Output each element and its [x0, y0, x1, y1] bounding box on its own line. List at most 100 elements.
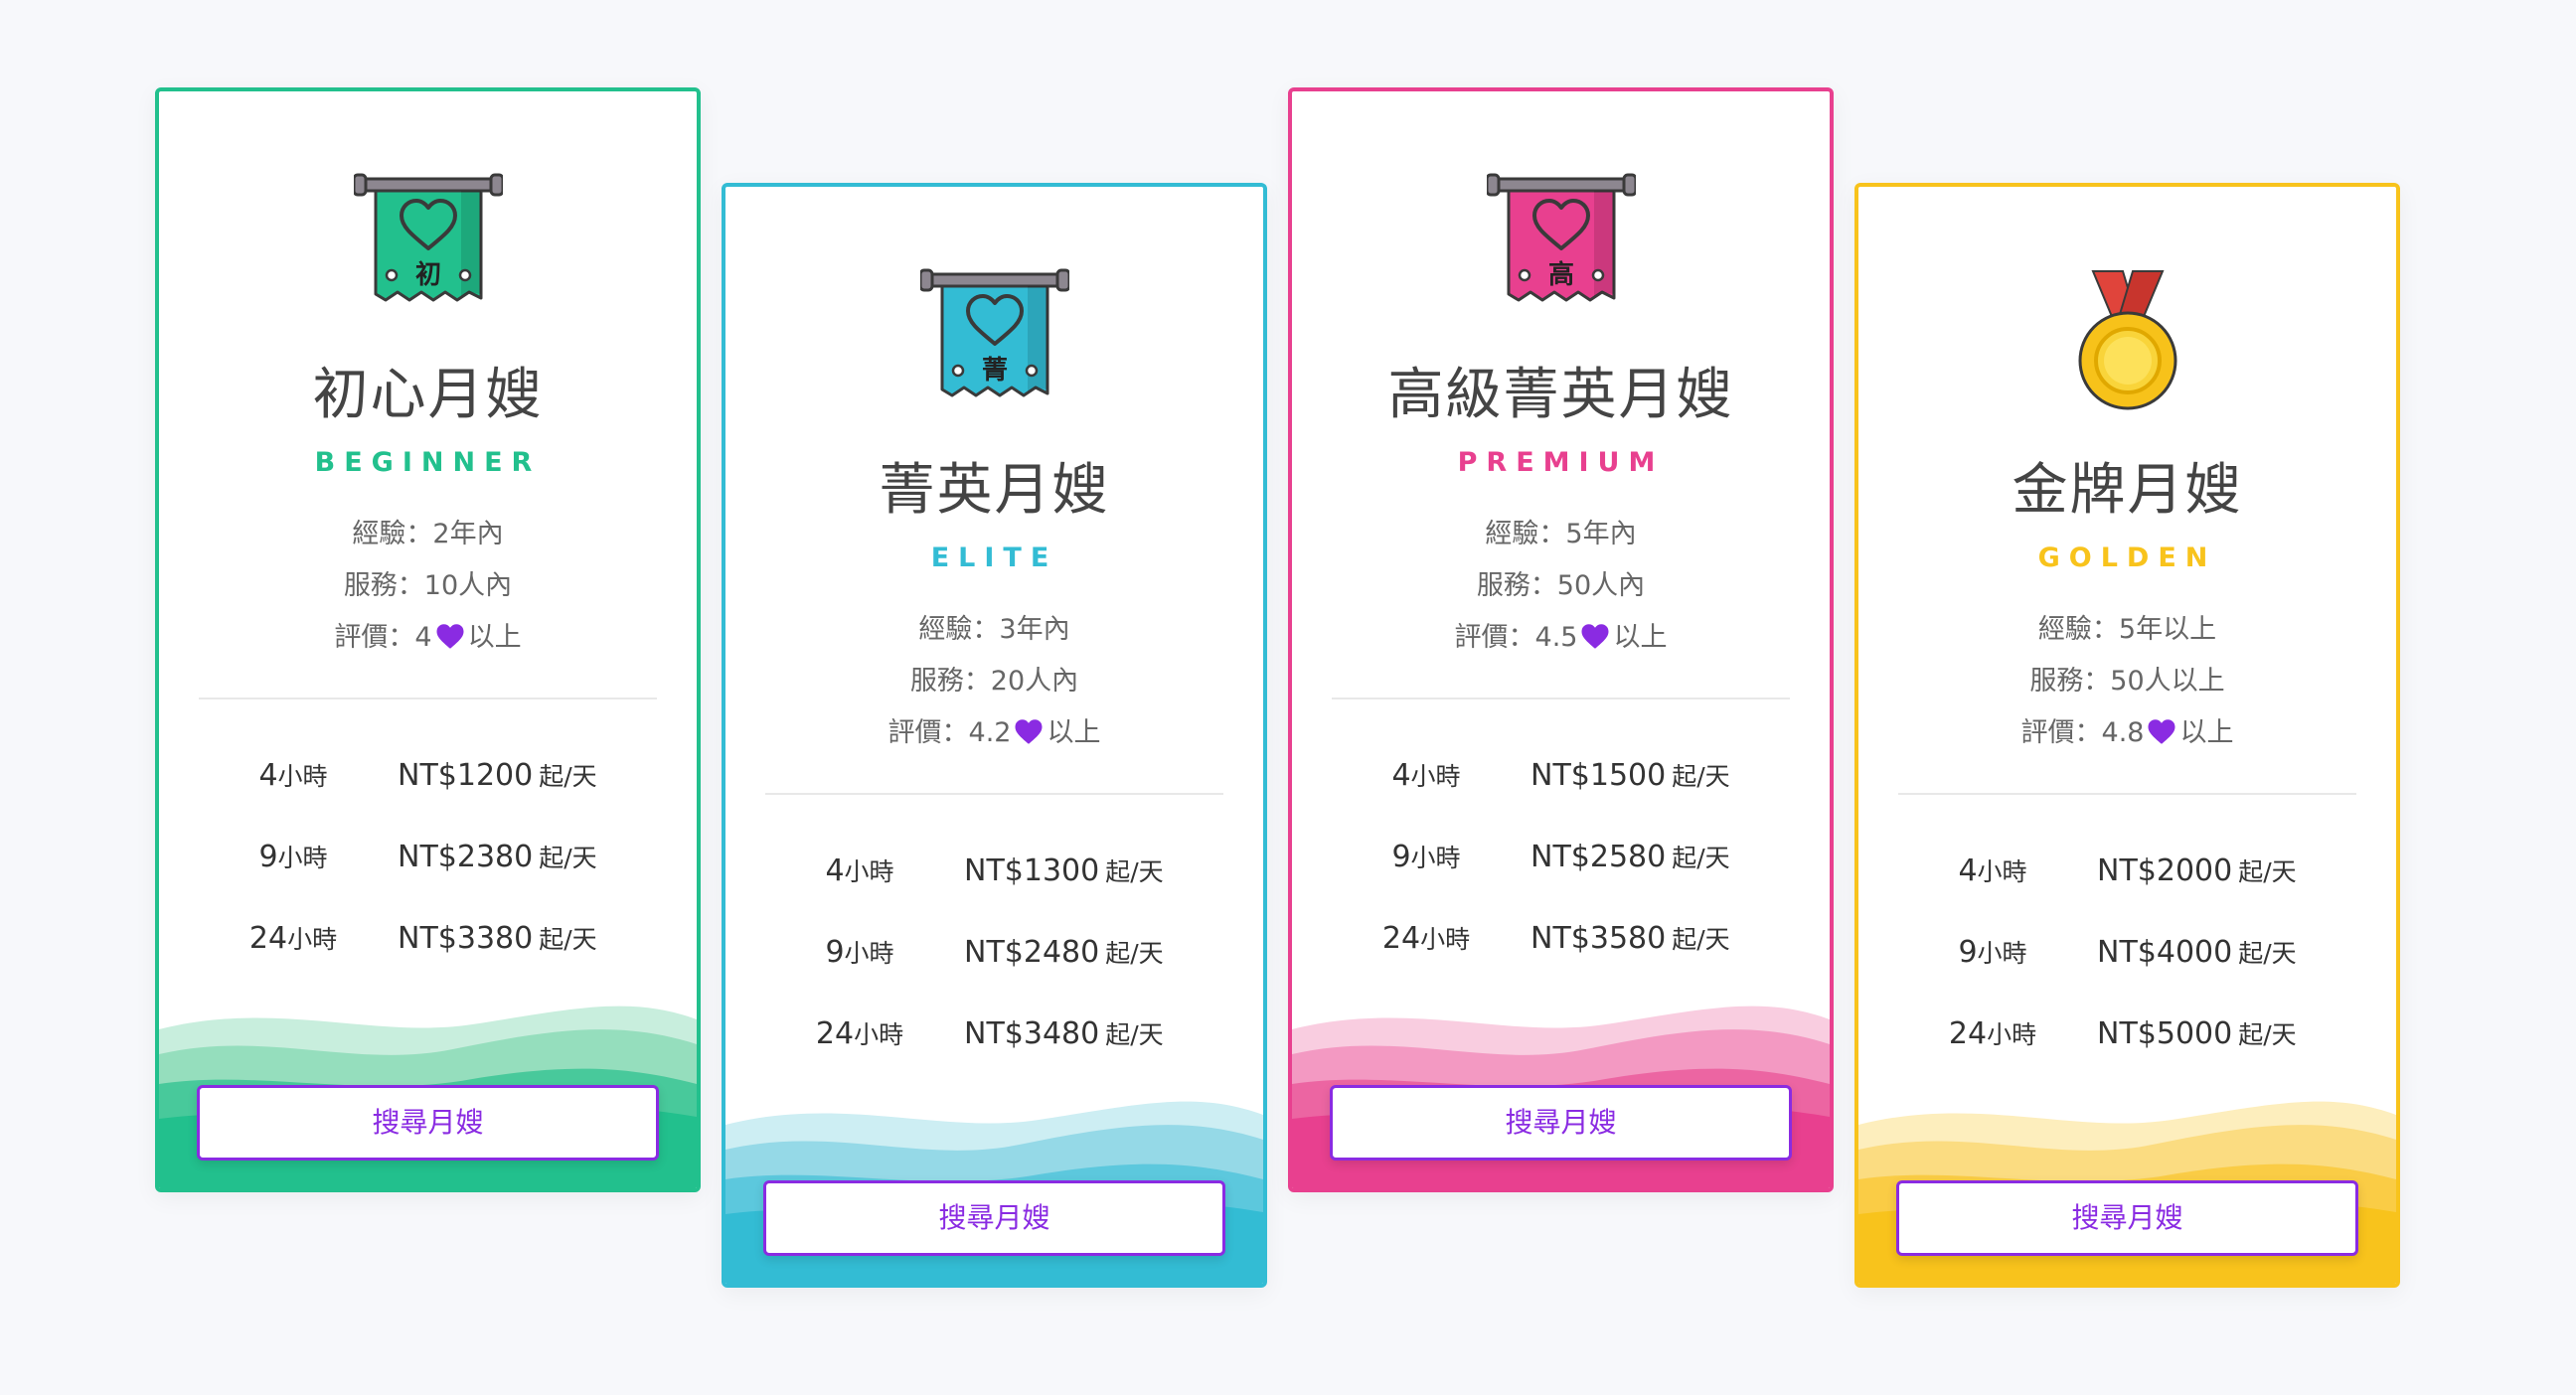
price-row: 4小時 NT$2000 起/天	[1858, 843, 2396, 902]
hours-value: 4	[1958, 853, 1978, 888]
hours-value: 4	[1391, 758, 1411, 793]
rating-text: 評價：4.8 以上	[1858, 707, 2396, 759]
price-label: NT$4000 起/天	[2097, 934, 2297, 970]
hours-unit: 小時	[287, 925, 338, 954]
pricing-card: 初初心月嫂 BEGINNER 經驗：2年內 服務：10人內 評價：4 以上 4小時 NT$12…	[155, 87, 701, 1192]
service-text: 服務：20人內	[909, 666, 1079, 697]
plan-info: 經驗：3年內 服務：20人內評價：4.2 以上	[725, 604, 1263, 759]
rating-text: 評價：4.2 以上	[725, 707, 1263, 759]
price-row: 24小時 NT$5000 起/天	[1858, 1006, 2396, 1065]
hours-value: 4	[258, 758, 278, 793]
price-row: 24小時 NT$3480 起/天	[725, 1006, 1263, 1065]
card-icon	[1858, 266, 2396, 415]
rating-prefix: 評價：4.2	[887, 717, 1012, 748]
price-value: NT$1300	[964, 853, 1100, 888]
divider	[1332, 698, 1790, 699]
search-nanny-button[interactable]: 搜尋月嫂	[763, 1180, 1225, 1256]
duration-label: 24小時	[1928, 1015, 2057, 1051]
price-per: 起/天	[539, 762, 597, 791]
duration-label: 9小時	[795, 934, 924, 970]
search-nanny-button[interactable]: 搜尋月嫂	[1330, 1085, 1792, 1161]
experience-text: 經驗：3年內	[918, 614, 1070, 645]
duration-label: 9小時	[1928, 934, 2057, 970]
pricing-card: 金牌月嫂 GOLDEN 經驗：5年以上 服務：50人以上 評價：4.8 以上 4小時 NT$2…	[1854, 183, 2400, 1288]
hours-value: 9	[258, 840, 278, 874]
price-per: 起/天	[1105, 939, 1164, 968]
rating-text: 評價：4.5 以上	[1292, 612, 1830, 664]
price-label: NT$3580 起/天	[1530, 920, 1730, 956]
search-nanny-button[interactable]: 搜尋月嫂	[197, 1085, 659, 1161]
rating-suffix: 以上	[1046, 717, 1101, 748]
gold-medal-icon	[2078, 270, 2176, 410]
price-row: 9小時 NT$4000 起/天	[1858, 924, 2396, 984]
price-per: 起/天	[1672, 925, 1730, 954]
price-label: NT$1300 起/天	[964, 852, 1164, 888]
price-label: NT$2580 起/天	[1530, 839, 1730, 874]
price-row: 4小時 NT$1300 起/天	[725, 843, 1263, 902]
price-label: NT$5000 起/天	[2097, 1015, 2297, 1051]
price-value: NT$2000	[2097, 853, 2233, 888]
card-icon: 初	[159, 171, 697, 320]
duration-label: 9小時	[229, 839, 358, 874]
experience-text: 經驗：5年內	[1485, 519, 1637, 549]
banner-heart-icon: 初	[353, 173, 503, 302]
search-nanny-button[interactable]: 搜尋月嫂	[1896, 1180, 2358, 1256]
hours-unit: 小時	[844, 939, 894, 968]
hours-value: 9	[1391, 840, 1411, 874]
pricing-card: 菁菁英月嫂 ELITE 經驗：3年內 服務：20人內 評價：4.2 以上 4小時 NT$130…	[722, 183, 1267, 1288]
price-label: NT$3480 起/天	[964, 1015, 1164, 1051]
price-row: 24小時 NT$3580 起/天	[1292, 910, 1830, 970]
price-row: 9小時 NT$2480 起/天	[725, 924, 1263, 984]
banner-heart-icon: 高	[1486, 173, 1636, 302]
hours-unit: 小時	[854, 1020, 904, 1049]
price-row: 9小時 NT$2580 起/天	[1292, 829, 1830, 888]
card-icon: 菁	[725, 266, 1263, 415]
price-row: 24小時 NT$3380 起/天	[159, 910, 697, 970]
price-value: NT$4000	[2097, 935, 2233, 970]
hours-unit: 小時	[844, 857, 894, 886]
hours-unit: 小時	[1410, 844, 1461, 872]
rating-suffix: 以上	[2179, 717, 2234, 748]
price-per: 起/天	[539, 844, 597, 872]
price-per: 起/天	[539, 925, 597, 954]
price-value: NT$2480	[964, 935, 1100, 970]
hours-value: 9	[1958, 935, 1978, 970]
price-value: NT$2580	[1530, 840, 1667, 874]
hours-value: 4	[825, 853, 845, 888]
hours-unit: 小時	[1410, 762, 1461, 791]
plan-english-name: PREMIUM	[1457, 447, 1665, 478]
duration-label: 9小時	[1362, 839, 1491, 874]
price-row: 9小時 NT$2380 起/天	[159, 829, 697, 888]
hours-unit: 小時	[277, 844, 328, 872]
pricing-card: 高高級菁英月嫂 PREMIUM 經驗：5年內 服務：50人內 評價：4.5 以上 4小時 NT…	[1288, 87, 1834, 1192]
duration-label: 24小時	[229, 920, 358, 956]
rating-suffix: 以上	[1613, 622, 1668, 653]
heart-icon	[1015, 719, 1043, 744]
service-text: 服務：50人以上	[2029, 666, 2225, 697]
divider	[199, 698, 657, 699]
plan-name: 高級菁英月嫂	[1387, 363, 1734, 427]
hours-value: 24	[1948, 1016, 1988, 1051]
price-label: NT$2480 起/天	[964, 934, 1164, 970]
price-value: NT$3480	[964, 1016, 1100, 1051]
duration-label: 24小時	[795, 1015, 924, 1051]
price-per: 起/天	[1672, 844, 1730, 872]
hours-unit: 小時	[1977, 857, 2027, 886]
heart-icon	[1581, 624, 1609, 649]
hours-unit: 小時	[1420, 925, 1471, 954]
badge-char: 初	[414, 260, 440, 290]
plan-name: 金牌月嫂	[2012, 458, 2243, 523]
price-per: 起/天	[1105, 1020, 1164, 1049]
rating-prefix: 評價：4.8	[2020, 717, 2145, 748]
card-icon: 高	[1292, 171, 1830, 320]
rating-suffix: 以上	[467, 622, 522, 653]
price-row: 4小時 NT$1500 起/天	[1292, 747, 1830, 807]
price-value: NT$1200	[398, 758, 534, 793]
price-row: 4小時 NT$1200 起/天	[159, 747, 697, 807]
duration-label: 4小時	[1362, 757, 1491, 793]
hours-value: 9	[825, 935, 845, 970]
hours-unit: 小時	[1977, 939, 2027, 968]
plan-english-name: GOLDEN	[2037, 542, 2217, 573]
price-per: 起/天	[2238, 1020, 2297, 1049]
price-label: NT$3380 起/天	[398, 920, 597, 956]
